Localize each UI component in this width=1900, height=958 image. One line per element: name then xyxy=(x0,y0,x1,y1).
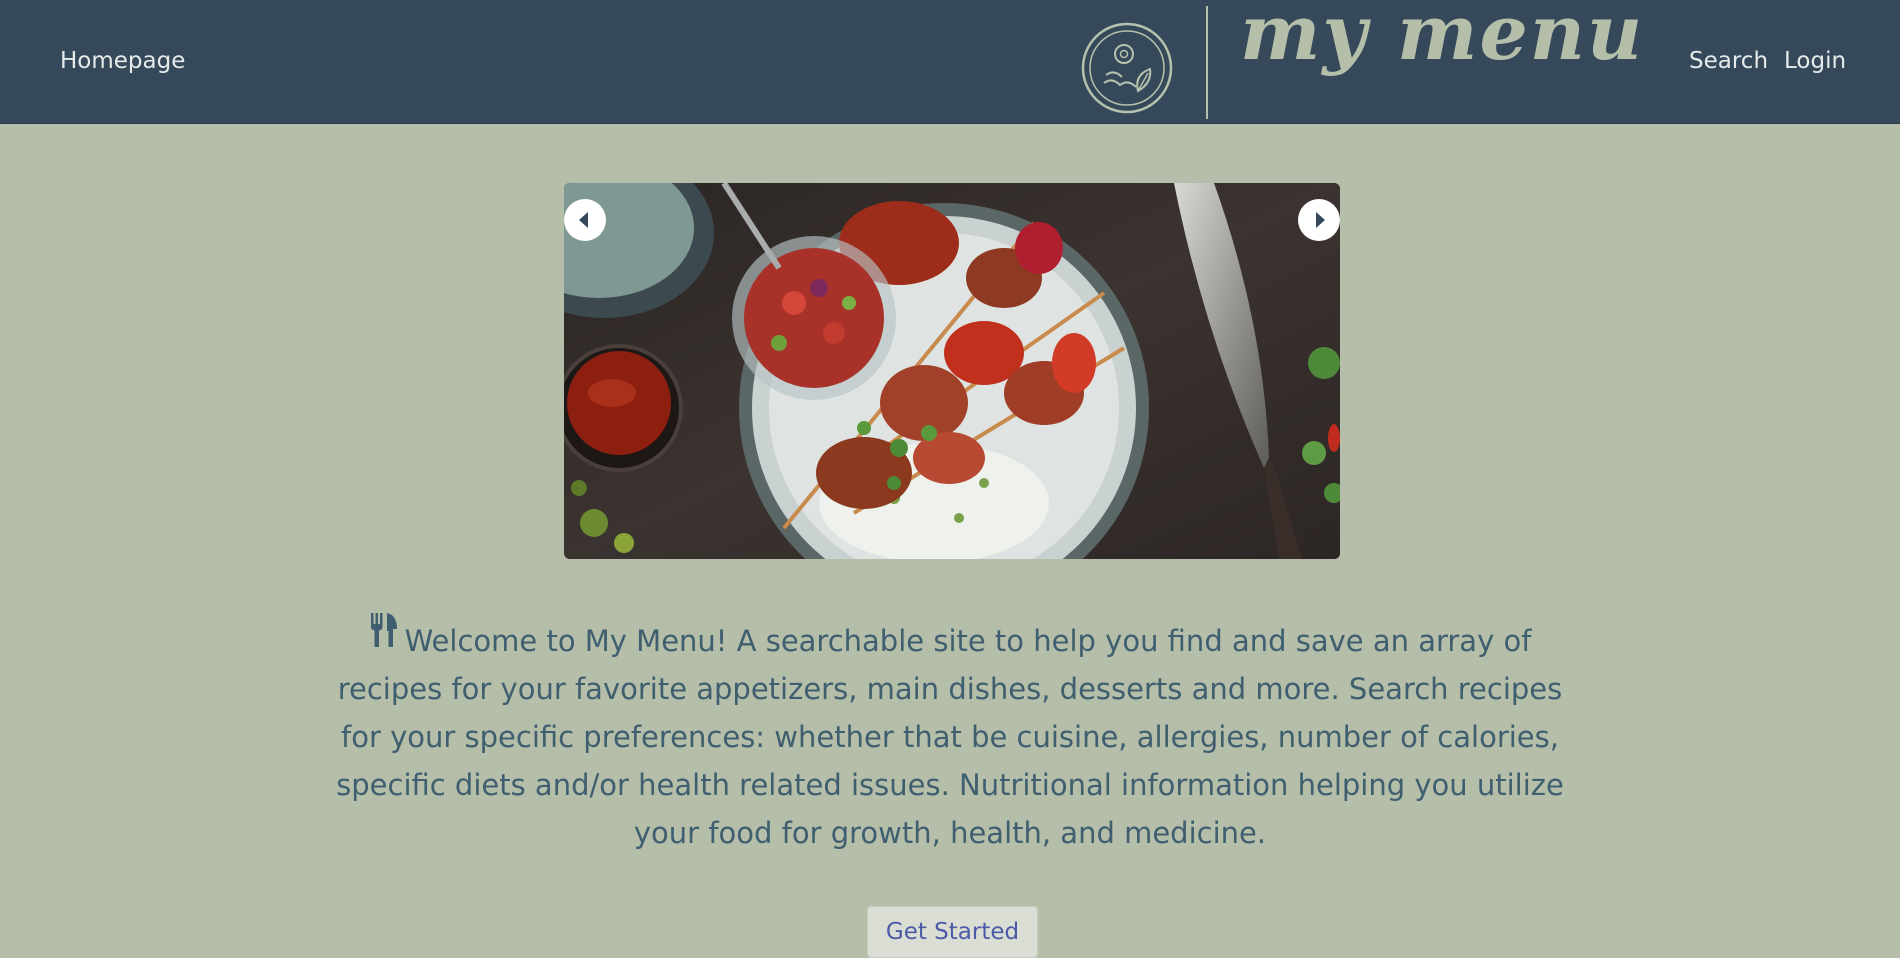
logo-wordmark: my menu xyxy=(1240,0,1645,77)
utensils-icon xyxy=(370,613,397,647)
intro-text: Welcome to My Menu! A searchable site to… xyxy=(336,624,1564,850)
caret-right-icon xyxy=(1316,212,1325,228)
logo-divider xyxy=(1206,6,1208,119)
nav-login-link[interactable]: Login xyxy=(1784,48,1846,74)
carousel-prev-button[interactable] xyxy=(564,199,606,241)
food-plate-emblem-icon xyxy=(1081,22,1173,114)
nav-search-link[interactable]: Search xyxy=(1689,48,1768,74)
caret-left-icon xyxy=(579,212,588,228)
top-navbar: Homepage my menu Search Login xyxy=(0,0,1900,124)
intro-section: Welcome to My Menu! A searchable site to… xyxy=(330,613,1570,857)
food-skewers-image xyxy=(564,183,1340,559)
nav-homepage-link[interactable]: Homepage xyxy=(60,48,185,74)
food-carousel xyxy=(564,183,1340,559)
get-started-button[interactable]: Get Started xyxy=(867,906,1038,958)
site-logo[interactable]: my menu xyxy=(1080,0,1642,120)
carousel-next-button[interactable] xyxy=(1298,199,1340,241)
